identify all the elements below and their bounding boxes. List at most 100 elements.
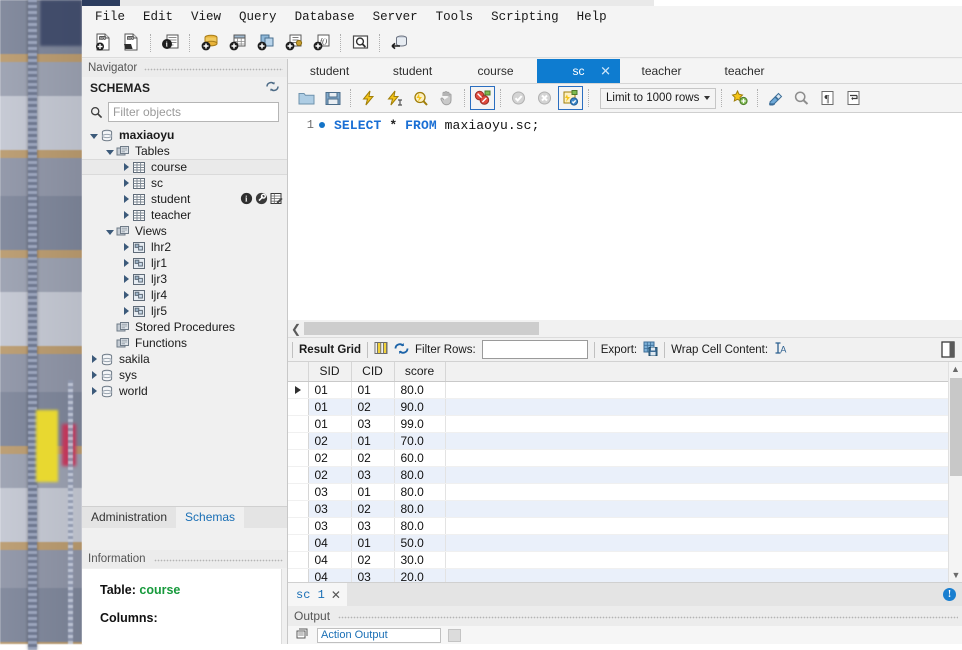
beautify-icon[interactable] <box>727 86 752 110</box>
new-sql-tab-icon[interactable]: SQL <box>90 31 116 55</box>
table-row[interactable]: 03 02 80.0 <box>288 500 948 518</box>
cell-score[interactable]: 60.0 <box>394 449 446 467</box>
row-selector[interactable] <box>288 449 309 467</box>
cell-sid[interactable]: 04 <box>308 534 352 552</box>
search-data-icon[interactable] <box>347 31 373 55</box>
clear-context-icon[interactable] <box>763 86 788 110</box>
editor-tab-student[interactable]: student <box>288 59 371 83</box>
invisible-chars-icon[interactable]: ¶ <box>815 86 840 110</box>
cell-cid[interactable]: 02 <box>351 551 395 569</box>
table-row[interactable]: 01 03 99.0 <box>288 415 948 433</box>
open-sql-script-icon[interactable]: SQL <box>118 31 144 55</box>
row-selector[interactable] <box>288 398 309 416</box>
cell-score[interactable]: 80.0 <box>394 500 446 518</box>
chevron-right-icon[interactable] <box>120 176 132 190</box>
row-limit-select[interactable]: Limit to 1000 rows <box>600 87 716 109</box>
tree-item-student[interactable]: student i <box>82 191 287 207</box>
menu-item-server[interactable]: Server <box>364 8 427 26</box>
table-row[interactable]: 02 02 60.0 <box>288 449 948 467</box>
table-row[interactable]: 04 03 20.0 <box>288 568 948 582</box>
result-grid-vertical-scrollbar[interactable]: ▲ ▼ <box>948 362 962 582</box>
server-status-icon[interactable]: i <box>157 31 183 55</box>
cell-sid[interactable]: 04 <box>308 551 352 569</box>
scrollbar-thumb[interactable] <box>950 378 962 476</box>
wrap-lines-icon[interactable] <box>841 86 866 110</box>
column-header-sid[interactable]: SID <box>308 362 352 382</box>
table-row[interactable]: 03 03 80.0 <box>288 517 948 535</box>
new-schema-icon[interactable] <box>196 31 222 55</box>
tree-item-ljr1[interactable]: ljr1 <box>82 255 287 271</box>
cell-cid[interactable]: 02 <box>351 500 395 518</box>
rollback-icon[interactable] <box>532 86 557 110</box>
tree-item-teacher[interactable]: teacher <box>82 207 287 223</box>
cell-cid[interactable]: 02 <box>351 449 395 467</box>
tree-item-functions[interactable]: Functions <box>82 335 287 351</box>
row-selector[interactable] <box>288 568 309 582</box>
editor-tab-student[interactable]: student <box>371 59 454 83</box>
new-view-icon[interactable] <box>252 31 278 55</box>
tree-item-sakila[interactable]: sakila <box>82 351 287 367</box>
cell-cid[interactable]: 01 <box>351 432 395 450</box>
table-row[interactable]: 02 01 70.0 <box>288 432 948 450</box>
cell-sid[interactable]: 03 <box>308 500 352 518</box>
tree-item-maxiaoyu[interactable]: maxiaoyu <box>82 127 287 143</box>
chevron-right-icon[interactable] <box>120 208 132 222</box>
chevron-down-icon[interactable] <box>88 128 100 142</box>
new-function-icon[interactable]: f() <box>308 31 334 55</box>
refresh-grid-icon[interactable] <box>394 342 409 358</box>
cell-cid[interactable]: 01 <box>351 483 395 501</box>
tree-item-stored-procedures[interactable]: Stored Procedures <box>82 319 287 335</box>
wrap-cell-icon[interactable]: A <box>774 341 788 358</box>
editor-tab-sc-active[interactable]: sc ✕ <box>537 59 620 83</box>
open-file-icon[interactable] <box>294 86 319 110</box>
cell-cid[interactable]: 03 <box>351 466 395 484</box>
output-extra-button[interactable] <box>448 628 461 642</box>
menu-item-view[interactable]: View <box>182 8 230 26</box>
tree-item-lhr2[interactable]: lhr2 <box>82 239 287 255</box>
export-icon[interactable] <box>643 341 658 359</box>
cell-sid[interactable]: 03 <box>308 517 352 535</box>
new-table-icon[interactable] <box>224 31 250 55</box>
table-row[interactable]: 03 01 80.0 <box>288 483 948 501</box>
information-scrollbar[interactable] <box>281 569 287 644</box>
chevron-right-icon[interactable] <box>120 240 132 254</box>
table-row[interactable]: 01 01 80.0 <box>288 381 948 399</box>
cell-score[interactable]: 90.0 <box>394 398 446 416</box>
tree-item-course[interactable]: course <box>82 159 287 175</box>
chevron-right-icon[interactable] <box>120 160 132 174</box>
table-row[interactable]: 02 03 80.0 <box>288 466 948 484</box>
tree-item-tables[interactable]: Tables <box>82 143 287 159</box>
result-tab-sc1[interactable]: sc 1 ✕ <box>288 582 347 607</box>
filter-objects-input[interactable] <box>108 102 279 122</box>
cell-score[interactable]: 80.0 <box>394 466 446 484</box>
stop-icon[interactable] <box>434 86 459 110</box>
table-editor-icon[interactable] <box>270 192 283 208</box>
find-icon[interactable] <box>789 86 814 110</box>
editor-tab-teacher[interactable]: teacher <box>703 59 786 83</box>
menu-item-database[interactable]: Database <box>286 8 364 26</box>
save-file-icon[interactable] <box>320 86 345 110</box>
chevron-right-icon[interactable] <box>120 304 132 318</box>
navigator-tab-schemas[interactable]: Schemas <box>176 507 245 528</box>
form-editor-icon[interactable] <box>374 341 388 358</box>
menu-item-file[interactable]: File <box>86 8 134 26</box>
cell-cid[interactable]: 01 <box>351 534 395 552</box>
chevron-right-icon[interactable] <box>120 288 132 302</box>
row-selector[interactable] <box>288 517 309 535</box>
row-selector[interactable] <box>288 466 309 484</box>
chevron-right-icon[interactable] <box>120 192 132 206</box>
cell-sid[interactable]: 01 <box>308 415 352 433</box>
wrench-icon[interactable] <box>255 192 268 208</box>
explain-icon[interactable] <box>408 86 433 110</box>
table-row[interactable]: 04 02 30.0 <box>288 551 948 569</box>
cell-cid[interactable]: 03 <box>351 415 395 433</box>
commit-icon[interactable] <box>506 86 531 110</box>
tree-item-ljr5[interactable]: ljr5 <box>82 303 287 319</box>
cell-score[interactable]: 80.0 <box>394 381 446 399</box>
cell-score[interactable]: 20.0 <box>394 568 446 582</box>
output-type-select[interactable]: Action Output <box>317 627 441 643</box>
chevron-right-icon[interactable] <box>120 256 132 270</box>
cell-cid[interactable]: 03 <box>351 517 395 535</box>
cell-score[interactable]: 99.0 <box>394 415 446 433</box>
row-selector-current[interactable] <box>288 381 309 399</box>
